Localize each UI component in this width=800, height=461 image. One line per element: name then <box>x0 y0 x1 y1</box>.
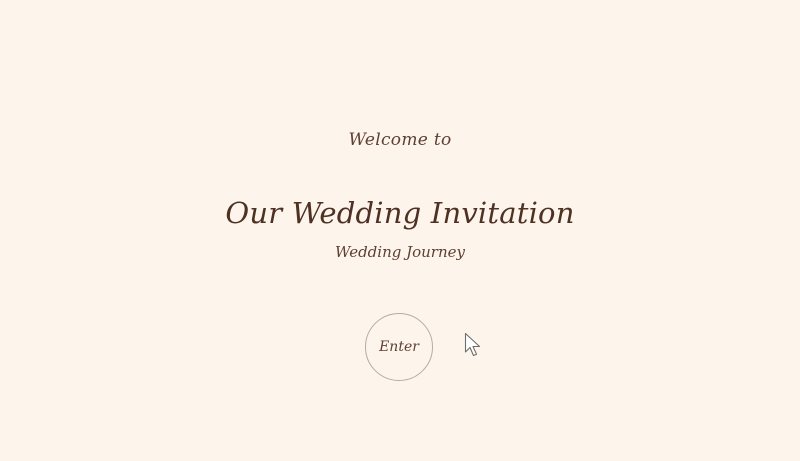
landing-screen: Welcome to Our Wedding Invitation Weddin… <box>0 0 800 461</box>
arrow-cursor-icon <box>464 332 481 357</box>
page-title: Our Wedding Invitation <box>225 196 575 230</box>
page-subtitle: Wedding Journey <box>335 243 465 261</box>
enter-button-label: Enter <box>379 339 419 355</box>
welcome-text: Welcome to <box>348 130 452 150</box>
enter-button[interactable]: Enter <box>365 313 433 381</box>
